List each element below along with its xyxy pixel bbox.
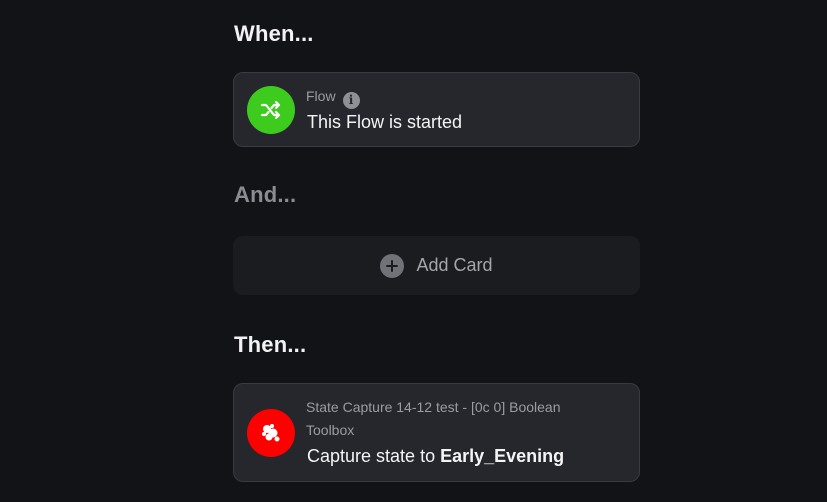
add-card-button[interactable]: Add Card	[233, 236, 640, 295]
card-title: Capture state to Early_Evening	[307, 446, 564, 467]
shuffle-icon	[247, 86, 295, 134]
card-category-line2: Toolbox	[306, 422, 355, 438]
card-title-value: Early_Evening	[440, 446, 565, 466]
state-capture-icon	[247, 409, 295, 457]
card-category: State Capture 14-12 test - [0c 0] Boolea…	[306, 396, 561, 442]
card-category: Flow i	[306, 85, 360, 109]
and-heading: And...	[234, 182, 297, 207]
plus-icon	[380, 253, 405, 278]
then-action-card[interactable]: State Capture 14-12 test - [0c 0] Boolea…	[233, 383, 640, 482]
info-icon[interactable]: i	[342, 92, 360, 109]
when-trigger-card[interactable]: Flow i This Flow is started	[233, 72, 640, 147]
card-title-prefix: Capture state to	[307, 446, 436, 466]
card-category-label: Flow	[306, 88, 336, 104]
card-title: This Flow is started	[307, 112, 463, 132]
when-heading: When...	[234, 21, 314, 46]
card-category-line1: State Capture 14-12 test - [0c 0] Boolea…	[306, 399, 561, 415]
add-card-label: Add Card	[416, 255, 493, 275]
then-heading: Then...	[234, 332, 307, 357]
